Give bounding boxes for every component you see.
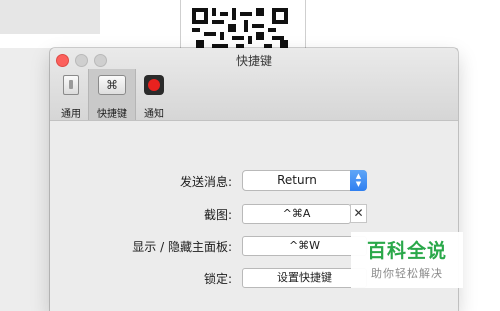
send-message-popup[interactable]: Return ▲ ▼ <box>242 170 367 191</box>
window-titlebar: 快捷键 通用 ⌘ 快捷键 通知 <box>50 48 458 121</box>
lock-shortcut-label: 锁定: <box>203 272 232 286</box>
background-right-area <box>458 0 500 311</box>
background-panel <box>0 0 100 34</box>
tab-shortcuts-label: 快捷键 <box>97 109 127 120</box>
switch-icon <box>63 75 79 95</box>
popup-stepper-icon: ▲ ▼ <box>350 170 367 191</box>
tab-notifications-label: 通知 <box>144 109 164 120</box>
tab-general-label: 通用 <box>61 109 81 120</box>
screenshot-shortcut-label: 截图: <box>203 208 232 222</box>
tab-shortcuts[interactable]: ⌘ 快捷键 <box>88 69 136 120</box>
send-message-value: Return <box>277 173 317 187</box>
send-message-label: 发送消息: <box>179 175 232 189</box>
tab-general[interactable]: 通用 <box>54 69 88 120</box>
set-lock-shortcut-button[interactable]: 设置快捷键 <box>242 268 367 288</box>
command-key-icon: ⌘ <box>98 75 126 95</box>
toggle-panel-shortcut-field[interactable]: ^⌘W <box>242 236 367 256</box>
watermark-subtitle: 助你轻松解决 <box>371 267 443 280</box>
watermark-title: 百科全说 <box>366 240 447 262</box>
qr-code-image <box>192 8 288 48</box>
watermark-logo: 百科全说 助你轻松解决 <box>351 232 463 288</box>
toggle-panel-shortcut-label: 显示 / 隐藏主面板: <box>132 240 232 254</box>
window-title: 快捷键 <box>235 54 272 68</box>
tab-notifications[interactable]: 通知 <box>136 69 172 120</box>
clear-shortcut-icon[interactable]: ✕ <box>350 204 367 223</box>
screenshot-shortcut-field[interactable]: ^⌘A <box>242 204 351 224</box>
record-icon <box>144 75 164 95</box>
